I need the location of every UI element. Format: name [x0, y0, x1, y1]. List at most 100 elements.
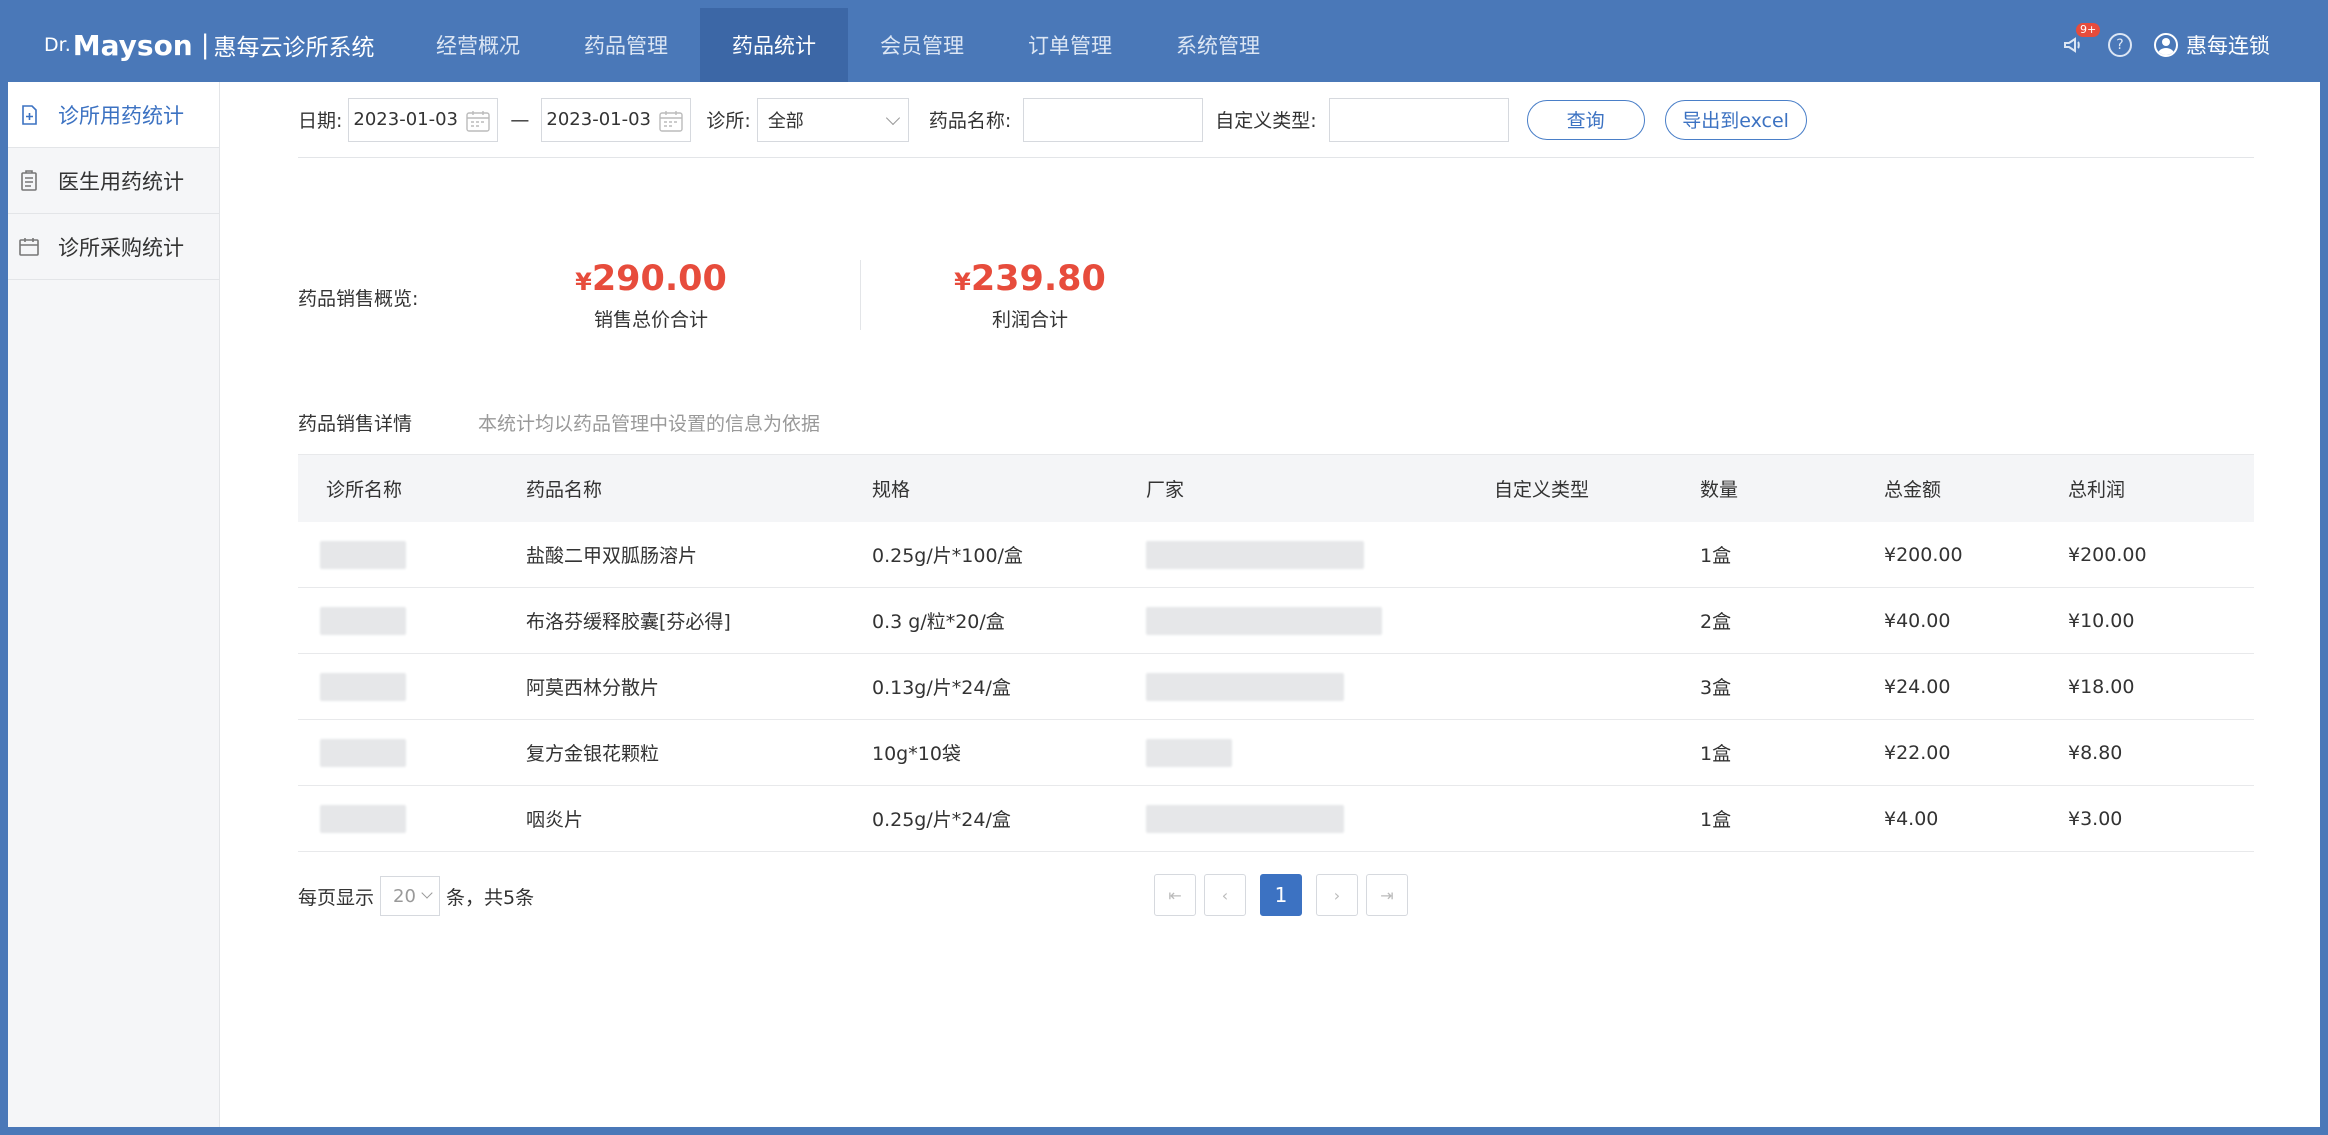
- sidebar: 诊所用药统计 医生用药统计 诊所采购统计: [8, 82, 220, 1127]
- spec-cell: 0.13g/片*24/盒: [872, 677, 1011, 699]
- column-header: 总利润: [2068, 479, 2126, 501]
- table-row: 阿莫西林分散片 0.13g/片*24/盒 3盒 ¥24.00 ¥18.00: [298, 654, 2254, 720]
- total-sales-value: 290.00: [591, 259, 727, 299]
- document-plus-icon: [18, 104, 40, 126]
- drug-name-cell: 咽炎片: [526, 809, 584, 831]
- spec-cell: 0.3 g/粒*20/盒: [872, 611, 1005, 633]
- redacted-manufacturer: [1146, 672, 1344, 701]
- per-page-label: 每页显示: [298, 886, 375, 909]
- custom-type-input[interactable]: [1328, 97, 1509, 142]
- column-header: 总金额: [1884, 479, 1942, 501]
- drug-name-cell: 布洛芬缓释胶囊[芬必得]: [526, 611, 731, 633]
- drug-name-cell: 盐酸二甲双胍肠溶片: [526, 545, 698, 567]
- profit-cell: ¥18.00: [2068, 675, 2135, 698]
- nav-drug-statistics[interactable]: 药品统计: [700, 8, 848, 82]
- page-size-value: 20: [393, 885, 416, 907]
- top-navbar: Dr. Mayson | 惠每云诊所系统 经营概况 药品管理 药品统计 会员管理…: [8, 8, 2320, 82]
- nav-member-management[interactable]: 会员管理: [848, 8, 996, 82]
- brand-mayson: Mayson: [72, 28, 193, 62]
- page-number-button[interactable]: 1: [1260, 874, 1302, 916]
- calendar-box-icon: [18, 236, 40, 258]
- clinic-select-value: 全部: [767, 110, 804, 132]
- sales-details-title: 药品销售详情: [298, 413, 413, 435]
- sidebar-item-doctor-drug-stats[interactable]: 医生用药统计: [8, 148, 219, 214]
- spec-cell: 10g*10袋: [872, 743, 961, 765]
- redacted-manufacturer: [1146, 540, 1364, 569]
- brand-logo[interactable]: Dr. Mayson | 惠每云诊所系统: [44, 8, 375, 82]
- notification-badge: 9+: [2076, 23, 2101, 37]
- table-row: 复方金银花颗粒 10g*10袋 1盒 ¥22.00 ¥8.80: [298, 720, 2254, 786]
- system-name: 惠每云诊所系统: [213, 35, 375, 61]
- page-size-control: 每页显示 20 条，共5条: [298, 876, 534, 916]
- sidebar-item-label: 诊所采购统计: [58, 235, 184, 260]
- redacted-manufacturer: [1146, 738, 1232, 767]
- nav-drug-management[interactable]: 药品管理: [552, 8, 700, 82]
- redacted-clinic-name: [320, 672, 406, 701]
- sidebar-item-label: 医生用药统计: [58, 169, 184, 194]
- amount-cell: ¥4.00: [1884, 807, 1939, 830]
- user-name: 惠每连锁: [2186, 34, 2270, 58]
- sidebar-item-clinic-purchase-stats[interactable]: 诊所采购统计: [8, 214, 219, 280]
- sales-details-note: 本统计均以药品管理中设置的信息为依据: [478, 413, 821, 435]
- stat-divider: [860, 260, 861, 330]
- help-icon[interactable]: ?: [2108, 33, 2132, 57]
- export-excel-button[interactable]: 导出到excel: [1664, 99, 1807, 140]
- profit-cell: ¥8.80: [2068, 741, 2123, 764]
- last-page-button[interactable]: ⇥: [1366, 874, 1408, 916]
- nav-order-management[interactable]: 订单管理: [996, 8, 1144, 82]
- redacted-clinic-name: [320, 606, 406, 635]
- currency-symbol: ¥: [954, 268, 971, 296]
- total-count-text: 条，共5条: [446, 886, 535, 909]
- column-header: 诊所名称: [326, 479, 403, 501]
- quantity-cell: 2盒: [1700, 611, 1732, 633]
- filter-bar: 日期: 2023-01-03 — 2023-01-03 诊所: 全部 药品名称:…: [298, 82, 2254, 158]
- first-page-button[interactable]: ⇤: [1154, 874, 1196, 916]
- sales-overview-label: 药品销售概览:: [298, 288, 419, 310]
- user-menu[interactable]: 惠每连锁: [2154, 30, 2270, 60]
- next-page-button[interactable]: ›: [1316, 874, 1358, 916]
- profit-cell: ¥3.00: [2068, 807, 2123, 830]
- table-row: 咽炎片 0.25g/片*24/盒 1盒 ¥4.00 ¥3.00: [298, 786, 2254, 852]
- brand-separator: |: [200, 30, 210, 60]
- total-profit-stat: ¥239.80 利润合计: [900, 258, 1160, 332]
- prev-page-button[interactable]: ‹: [1204, 874, 1246, 916]
- main-nav: 经营概况 药品管理 药品统计 会员管理 订单管理 系统管理: [404, 8, 1292, 82]
- table-header: 诊所名称 药品名称 规格 厂家 自定义类型 数量 总金额 总利润: [298, 454, 2254, 522]
- calendar-icon[interactable]: [465, 109, 491, 133]
- amount-cell: ¥22.00: [1884, 741, 1951, 764]
- nav-system-management[interactable]: 系统管理: [1144, 8, 1292, 82]
- total-profit-caption: 利润合计: [991, 309, 1068, 331]
- clinic-select[interactable]: 全部: [756, 97, 909, 142]
- start-date-input[interactable]: 2023-01-03: [348, 97, 499, 142]
- spec-cell: 0.25g/片*24/盒: [872, 809, 1011, 831]
- redacted-manufacturer: [1146, 804, 1344, 833]
- table-row: 盐酸二甲双胍肠溶片 0.25g/片*100/盒 1盒 ¥200.00 ¥200.…: [298, 522, 2254, 588]
- page-size-select[interactable]: 20: [380, 876, 441, 916]
- drug-name-input[interactable]: [1023, 97, 1204, 142]
- redacted-clinic-name: [320, 540, 406, 569]
- table-row: 布洛芬缓释胶囊[芬必得] 0.3 g/粒*20/盒 2盒 ¥40.00 ¥10.…: [298, 588, 2254, 654]
- sidebar-item-clinic-drug-stats[interactable]: 诊所用药统计: [8, 82, 219, 148]
- clipboard-icon: [18, 170, 40, 192]
- nav-business-overview[interactable]: 经营概况: [404, 8, 552, 82]
- drug-name-cell: 阿莫西林分散片: [526, 677, 660, 699]
- start-date-value: 2023-01-03: [353, 109, 459, 130]
- calendar-icon[interactable]: [658, 109, 684, 133]
- date-separator: —: [510, 108, 530, 131]
- sales-table: 诊所名称 药品名称 规格 厂家 自定义类型 数量 总金额 总利润 盐酸二甲双胍肠…: [298, 454, 2254, 852]
- column-header: 自定义类型: [1494, 479, 1590, 501]
- column-header: 厂家: [1146, 479, 1185, 501]
- user-avatar-icon: [2154, 33, 2178, 57]
- drug-name-label: 药品名称:: [928, 110, 1012, 132]
- notification-button[interactable]: 9+: [2062, 23, 2101, 57]
- query-button[interactable]: 查询: [1526, 99, 1645, 140]
- chevron-down-icon: [421, 887, 433, 899]
- column-header: 药品名称: [526, 479, 603, 501]
- end-date-input[interactable]: 2023-01-03: [541, 97, 692, 142]
- redacted-clinic-name: [320, 804, 406, 833]
- spec-cell: 0.25g/片*100/盒: [872, 545, 1023, 567]
- redacted-clinic-name: [320, 738, 406, 767]
- quantity-cell: 1盒: [1700, 743, 1732, 765]
- total-sales-caption: 销售总价合计: [593, 309, 708, 331]
- column-header: 规格: [872, 479, 911, 501]
